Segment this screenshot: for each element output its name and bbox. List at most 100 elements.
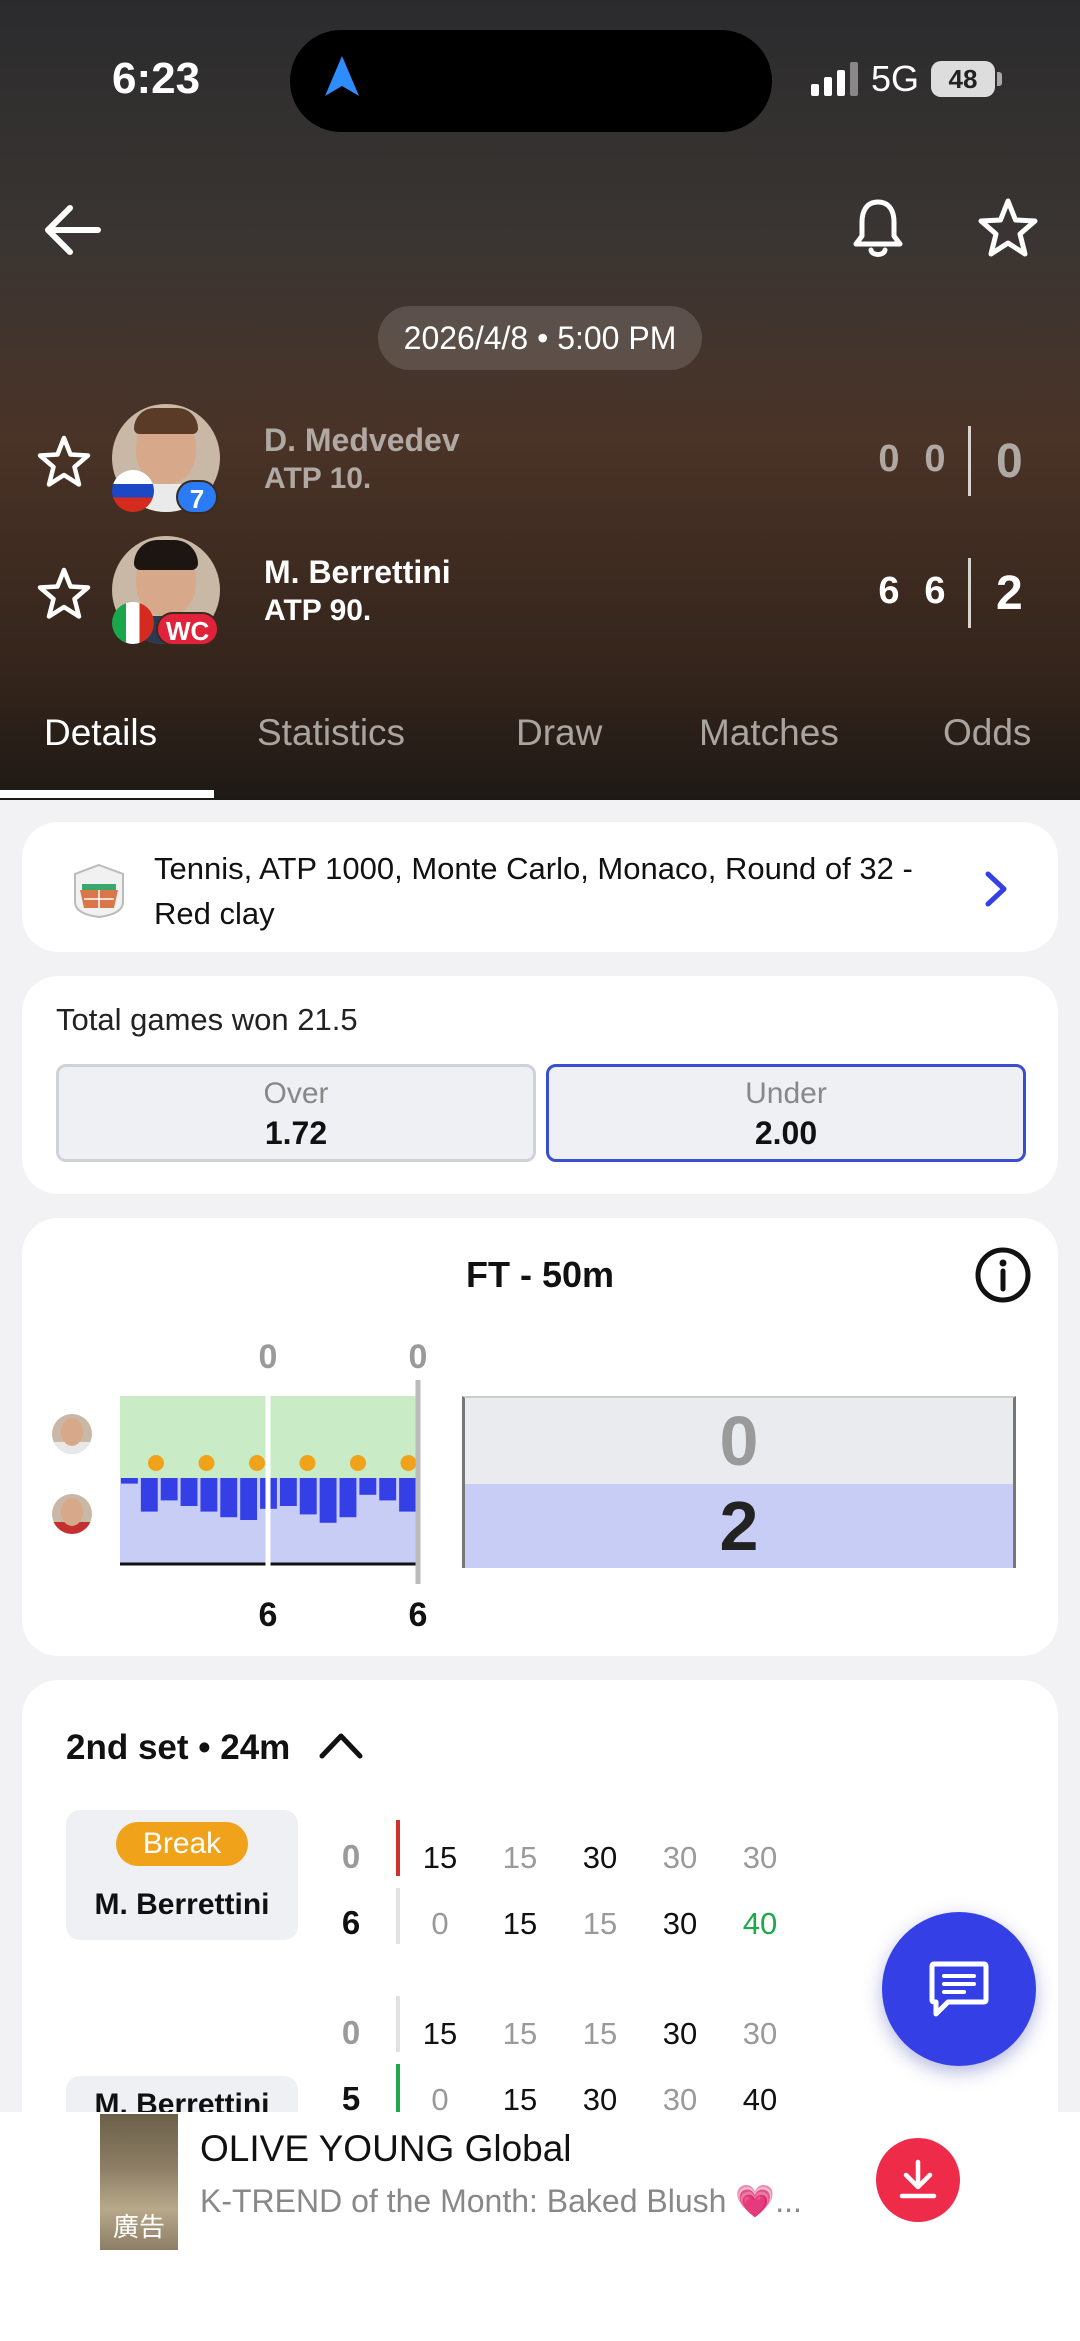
momentum-bar — [319, 1478, 337, 1523]
momentum-card: FT - 50m 0606 0 2 — [22, 1218, 1058, 1656]
back-button[interactable] — [40, 200, 104, 260]
notification-button[interactable] — [850, 196, 906, 260]
chevron-right-icon — [985, 871, 1007, 907]
point-score: 15 — [502, 1840, 538, 1875]
server-name: M. Berrettini — [94, 1888, 270, 1921]
point-score: 30 — [582, 1840, 618, 1875]
break-point-marker — [400, 1455, 417, 1471]
under-odds-button[interactable]: Under 2.00 — [546, 1064, 1026, 1162]
wildcard-badge: WC — [156, 612, 220, 646]
break-point-marker — [148, 1455, 164, 1471]
clay-court-icon — [74, 863, 124, 919]
seed-badge: 7 — [176, 480, 218, 514]
ad-label: 廣告 — [112, 2212, 165, 2242]
point-score: 15 — [502, 2016, 538, 2051]
set-label-bottom: 6 — [259, 1596, 278, 1634]
star-icon[interactable] — [36, 434, 92, 490]
set-header[interactable]: 2nd set • 24m — [66, 1728, 290, 1768]
point-score: 0 — [431, 1906, 449, 1941]
momentum-bar — [399, 1478, 416, 1512]
ad-thumbnail: 廣告 — [100, 2114, 178, 2250]
set-scores: 00 — [866, 438, 958, 481]
star-icon — [978, 198, 1038, 257]
match-datetime: 2026/4/8 • 5:00 PM — [378, 306, 702, 370]
momentum-bar — [220, 1478, 238, 1518]
italy-flag-icon — [112, 602, 154, 644]
info-icon[interactable] — [974, 1246, 1032, 1304]
tab-statistics[interactable]: Statistics — [257, 712, 405, 754]
over-label: Over — [263, 1077, 329, 1110]
tab-matches[interactable]: Matches — [699, 712, 839, 754]
betting-card: Total games won 21.5 Over 1.72 Under 2.0… — [22, 976, 1058, 1194]
battery-nub — [997, 72, 1002, 86]
active-tab-indicator — [0, 790, 214, 798]
set-score: 0 — [878, 438, 900, 480]
player-row-berrettini[interactable]: WC M. Berrettini ATP 90. 66 2 — [0, 536, 1080, 648]
download-icon — [899, 2159, 937, 2199]
over-odds: 1.72 — [264, 1115, 328, 1151]
server-box: Break M. Berrettini — [66, 1810, 298, 1940]
tab-draw[interactable]: Draw — [516, 712, 602, 754]
status-indicators: 5G 48 — [810, 58, 1002, 100]
ad-download-button[interactable] — [876, 2138, 960, 2222]
back-arrow-icon — [45, 205, 101, 255]
momentum-bar — [339, 1478, 357, 1518]
point-score: 30 — [662, 1906, 698, 1941]
tournament-info: Tennis, ATP 1000, Monte Carlo, Monaco, R… — [154, 851, 913, 931]
tab-bar: Details Statistics Draw Matches Odds — [0, 700, 1080, 800]
tab-details[interactable]: Details — [44, 712, 157, 754]
player-name: M. Berrettini — [264, 554, 451, 590]
game-score-bottom: 6 — [341, 1904, 361, 1941]
score-divider — [968, 558, 971, 628]
over-odds-button[interactable]: Over 1.72 — [56, 1064, 536, 1162]
set-score-box: 0 2 — [462, 1396, 1016, 1568]
point-score: 30 — [742, 2016, 778, 2051]
momentum-bar — [160, 1478, 178, 1501]
under-label: Under — [745, 1077, 827, 1110]
network-label: 5G — [870, 58, 919, 99]
tab-odds[interactable]: Odds — [943, 712, 1031, 754]
ad-title: OLIVE YOUNG Global — [200, 2128, 572, 2169]
set-label-bottom: 6 — [409, 1596, 428, 1634]
momentum-bar — [200, 1478, 218, 1512]
bet-market-title: Total games won 21.5 — [56, 1002, 358, 1037]
set-score: 6 — [878, 570, 900, 612]
player-rank: ATP 10. — [264, 462, 372, 495]
set-score: 6 — [924, 570, 946, 612]
favorite-match-button[interactable] — [976, 196, 1040, 260]
point-score: 40 — [742, 1906, 778, 1941]
ad-subtitle: K-TREND of the Month: Baked Blush 💗... — [200, 2183, 802, 2219]
chevron-up-icon[interactable] — [318, 1726, 364, 1766]
battery-icon: 48 — [931, 61, 995, 97]
break-point-marker — [350, 1455, 366, 1471]
signal-icon — [810, 62, 858, 96]
set-score: 0 — [924, 438, 946, 480]
break-point-marker — [198, 1455, 215, 1471]
score-divider — [968, 426, 971, 496]
ad-banner[interactable]: 廣告 OLIVE YOUNG Global K-TREND of the Mon… — [0, 2112, 1080, 2341]
chat-button[interactable] — [882, 1912, 1036, 2066]
russia-flag-icon — [112, 470, 154, 512]
player-row-medvedev[interactable]: 7 D. Medvedev ATP 10. 00 0 — [0, 404, 1080, 516]
status-time: 6:23 — [112, 54, 201, 103]
game-score-top: 0 — [341, 1838, 361, 1875]
momentum-bar — [240, 1478, 258, 1520]
tournament-card[interactable]: Tennis, ATP 1000, Monte Carlo, Monaco, R… — [22, 822, 1058, 952]
current-set-score: 0 — [996, 435, 1023, 488]
momentum-bar — [279, 1478, 297, 1506]
momentum-bar — [180, 1478, 198, 1506]
match-header: 6:23 5G 48 2026/4/8 • 5:00 PM 7 D. Medve… — [0, 0, 1080, 800]
player-rank: ATP 90. — [264, 594, 372, 627]
momentum-bar — [359, 1478, 377, 1495]
bell-icon — [853, 199, 903, 257]
momentum-chart: 0 6 0 6 — [120, 1338, 428, 1634]
game-score-top: 0 — [341, 2014, 361, 2051]
chat-icon — [929, 1961, 989, 2017]
point-score: 15 — [422, 1840, 458, 1875]
star-icon[interactable] — [36, 566, 92, 622]
set-label-top: 0 — [259, 1338, 278, 1376]
point-score: 30 — [662, 2016, 698, 2051]
score-top: 0 — [465, 1398, 1013, 1484]
score-bottom: 2 — [465, 1484, 1013, 1568]
set-label-top: 0 — [409, 1338, 428, 1376]
